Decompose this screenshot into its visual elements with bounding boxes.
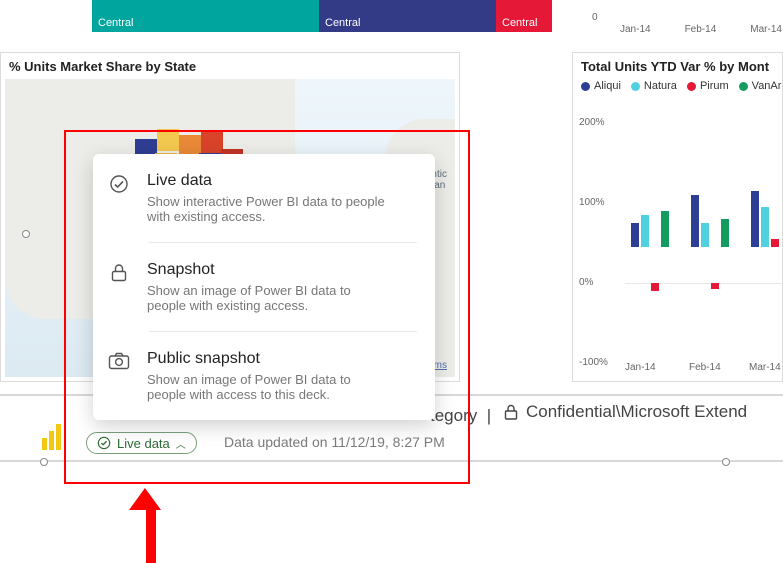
legend-label: Aliqui <box>594 80 621 92</box>
selection-handle[interactable] <box>722 458 730 466</box>
legend-item: Natura <box>631 80 677 92</box>
chevron-up-icon: ︿ <box>176 436 186 451</box>
chart-bars <box>625 117 782 337</box>
bar <box>651 283 659 291</box>
chart-plot-area: 200% 100% 0% -100% Jan <box>581 117 782 373</box>
popup-item-public-snapshot[interactable]: Public snapshot Show an image of Power B… <box>149 331 417 420</box>
powerbi-logo-icon <box>42 424 62 450</box>
y-tick: -100% <box>579 357 608 368</box>
chip-label: Live data <box>117 436 170 451</box>
legend-label: Pirum <box>700 80 729 92</box>
popup-item-title: Public snapshot <box>147 350 399 368</box>
bar <box>711 283 719 289</box>
region-label: Central <box>325 17 360 29</box>
popup-item-title: Live data <box>147 172 417 190</box>
legend-item: Pirum <box>687 80 729 92</box>
popup-item-desc: Show an image of Power BI data to people… <box>147 372 387 402</box>
popup-item-desc: Show interactive Power BI data to people… <box>147 194 387 224</box>
annotation-arrow <box>140 488 161 563</box>
legend-dot <box>739 82 748 91</box>
bar <box>771 239 779 247</box>
confidential-label: Confidential\Microsoft Extend <box>526 402 747 422</box>
bar <box>721 219 729 247</box>
legend-dot <box>581 82 590 91</box>
x-tick: Jan-14 <box>625 362 656 373</box>
region-bar-central-3: Central <box>496 0 552 32</box>
lock-icon <box>107 261 131 313</box>
y-tick: 0% <box>579 277 593 288</box>
popup-item-desc: Show an image of Power BI data to people… <box>147 283 387 313</box>
category-tail: tegory <box>430 406 477 425</box>
map-title: % Units Market Share by State <box>1 53 459 74</box>
legend-dot <box>631 82 640 91</box>
popup-item-live-data[interactable]: Live data Show interactive Power BI data… <box>93 154 435 242</box>
legend-item: Aliqui <box>581 80 621 92</box>
legend-label: VanAr <box>752 80 782 92</box>
mini-axis-labels: Jan-14 Feb-14 Mar-14 <box>572 24 783 35</box>
category-tail-text: tegory | <box>430 406 491 426</box>
bar <box>751 191 759 247</box>
legend-label: Natura <box>644 80 677 92</box>
mini-axis-tick: Mar-14 <box>750 24 782 35</box>
region-bar-central-2: Central <box>319 0 496 32</box>
x-tick: Mar-14 <box>749 362 781 373</box>
legend-dot <box>687 82 696 91</box>
bar <box>761 207 769 247</box>
popup-item-title: Snapshot <box>147 261 399 279</box>
confidential-row: Confidential\Microsoft Extend <box>504 402 747 422</box>
region-label: Central <box>502 17 537 29</box>
check-circle-icon <box>97 436 111 450</box>
y-tick: 100% <box>579 197 605 208</box>
region-bar-central-1: Central <box>92 0 319 32</box>
camera-icon <box>107 350 131 402</box>
chart-legend: Aliqui Natura Pirum VanAr <box>573 74 782 92</box>
y-tick: 200% <box>579 117 605 128</box>
live-data-chip[interactable]: Live data ︿ <box>86 432 197 454</box>
chart-title: Total Units YTD Var % by Mont <box>573 53 782 74</box>
selection-handle[interactable] <box>22 230 30 238</box>
mini-axis-zero: 0 <box>592 12 598 23</box>
bar <box>691 195 699 247</box>
region-label: Central <box>98 17 133 29</box>
bar <box>641 215 649 247</box>
legend-item: VanAr <box>739 80 782 92</box>
check-circle-icon <box>107 172 131 224</box>
popup-item-snapshot[interactable]: Snapshot Show an image of Power BI data … <box>149 242 417 331</box>
mini-axis-tick: Jan-14 <box>620 24 651 35</box>
footer-separator: | <box>487 406 491 425</box>
bar <box>631 223 639 247</box>
canvas: Central Central Central 0 Jan-14 Feb-14 … <box>0 0 783 563</box>
bar <box>701 223 709 247</box>
chart-card[interactable]: Total Units YTD Var % by Mont Aliqui Nat… <box>572 52 783 382</box>
mini-axis-tick: Feb-14 <box>685 24 717 35</box>
selection-handle[interactable] <box>40 458 48 466</box>
x-tick: Feb-14 <box>689 362 721 373</box>
data-mode-popup: Live data Show interactive Power BI data… <box>93 154 435 420</box>
region-bar-row: Central Central Central <box>92 0 552 32</box>
lock-icon <box>504 404 518 420</box>
bar <box>661 211 669 247</box>
data-updated-text: Data updated on 11/12/19, 8:27 PM <box>224 434 445 450</box>
